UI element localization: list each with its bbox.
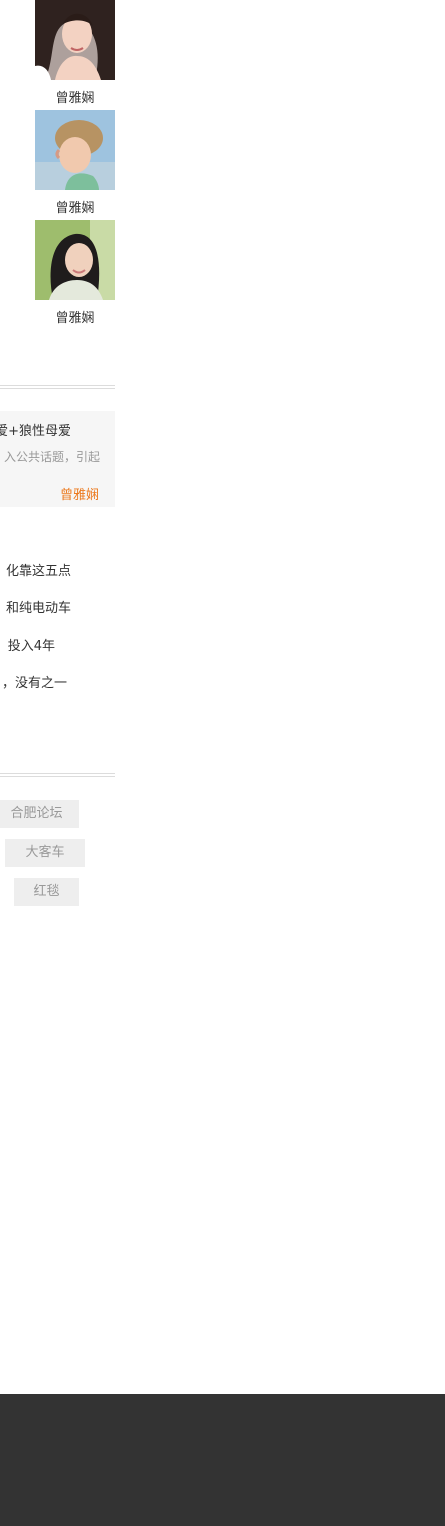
featured-article-card[interactable]: 爱+狼性母爱 入公共话题，引起 曾雅娴 xyxy=(0,411,115,507)
author-card[interactable]: 曾雅娴 xyxy=(35,110,115,216)
author-photo[interactable] xyxy=(35,110,115,190)
page: 曾雅娴 曾雅娴 曾雅娴 爱+狼性母爱 入公共话题，引起 曾雅娴 化靠这五点 和纯… xyxy=(0,0,445,1526)
author-name[interactable]: 曾雅娴 xyxy=(35,87,115,106)
section-divider xyxy=(0,773,115,777)
author-photo[interactable] xyxy=(35,0,115,80)
author-photo[interactable] xyxy=(35,220,115,300)
author-card[interactable]: 曾雅娴 xyxy=(35,0,115,106)
section-divider xyxy=(0,385,115,389)
footer xyxy=(0,1394,445,1526)
news-list-item[interactable]: 投入4年 xyxy=(8,635,55,654)
featured-article-summary: 入公共话题，引起 xyxy=(3,450,100,464)
author-name[interactable]: 曾雅娴 xyxy=(35,197,115,216)
news-list-item[interactable]: ，没有之一 xyxy=(2,672,67,691)
author-name[interactable]: 曾雅娴 xyxy=(35,307,115,326)
news-list-item[interactable]: 化靠这五点 xyxy=(6,560,71,579)
author-card[interactable]: 曾雅娴 xyxy=(35,220,115,326)
news-list-item[interactable]: 和纯电动车 xyxy=(6,597,71,616)
featured-article-title[interactable]: 爱+狼性母爱 xyxy=(0,420,71,439)
tag-item[interactable]: 合肥论坛 xyxy=(0,800,79,828)
featured-article-author[interactable]: 曾雅娴 xyxy=(60,484,99,503)
tag-item[interactable]: 红毯 xyxy=(14,878,79,906)
tag-item[interactable]: 大客车 xyxy=(5,839,85,867)
